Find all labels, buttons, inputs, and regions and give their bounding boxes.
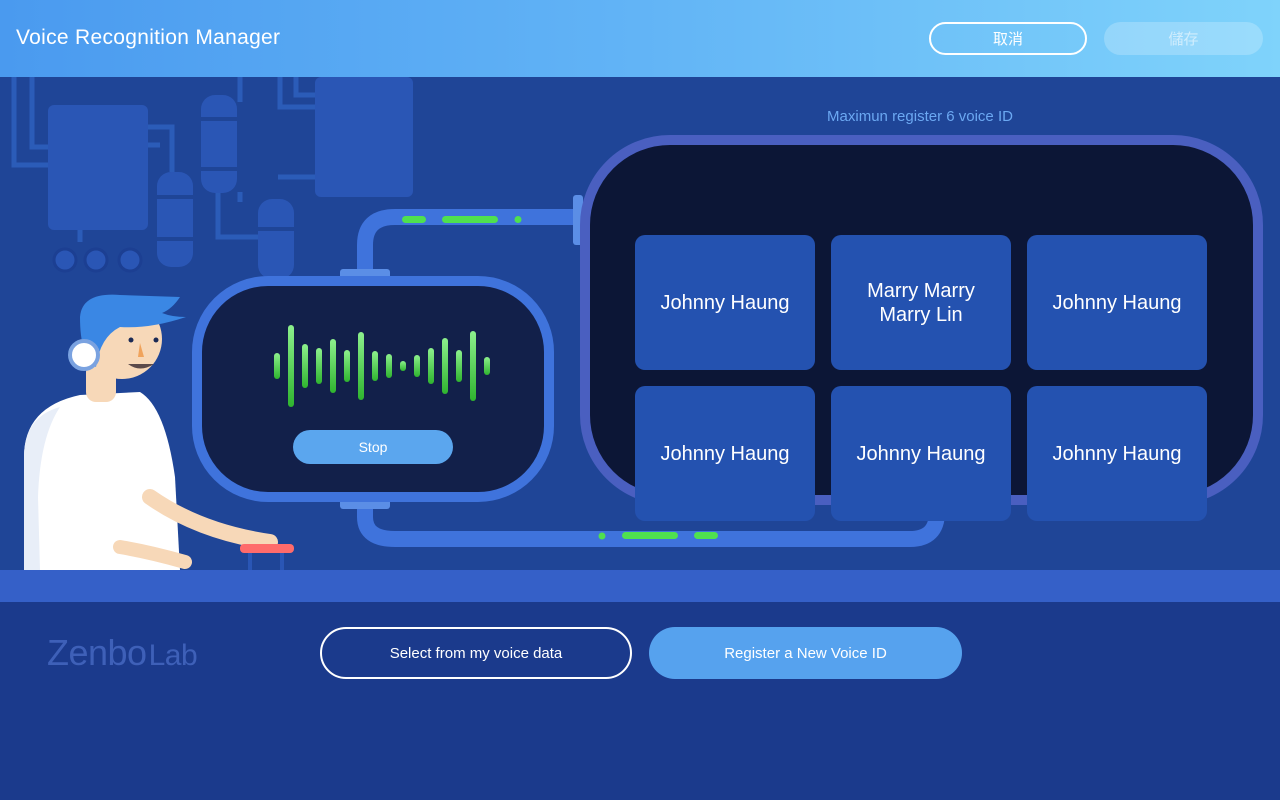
illustration-scene: Maximun register 6 voice ID Stop Johnny … — [0, 77, 1280, 570]
logo-primary: Zenbo — [47, 632, 147, 673]
waveform-bar — [316, 347, 322, 385]
waveform-bar — [470, 330, 476, 402]
waveform-bar — [344, 349, 350, 383]
waveform-bar — [484, 356, 490, 376]
waveform-bar — [288, 325, 294, 407]
voice-id-tile[interactable]: Johnny Haung — [1027, 386, 1207, 521]
audio-waveform — [274, 323, 494, 409]
waveform-bar — [302, 343, 308, 389]
waveform-bar — [400, 360, 406, 372]
waveform-bar — [330, 339, 336, 393]
header-bar: Voice Recognition Manager 取消 儲存 — [0, 0, 1280, 77]
waveform-bar — [358, 331, 364, 401]
voice-id-tile[interactable]: Johnny Haung — [635, 386, 815, 521]
footer-bar: ZenboLab Select from my voice data Regis… — [0, 602, 1280, 800]
logo-secondary: Lab — [148, 639, 198, 672]
waveform-bar — [274, 353, 280, 379]
voice-id-tile[interactable]: Johnny Haung — [1027, 235, 1207, 370]
desk-strip — [0, 570, 1280, 602]
waveform-bar — [456, 349, 462, 383]
waveform-bar — [386, 353, 392, 379]
app-title: Voice Recognition Manager — [16, 26, 281, 49]
voice-id-panel: Johnny Haung Marry Marry Marry Lin Johnn… — [580, 135, 1263, 521]
stop-button[interactable]: Stop — [293, 430, 453, 464]
select-voice-data-button[interactable]: Select from my voice data — [320, 627, 632, 679]
waveform-bar — [428, 347, 434, 385]
voice-id-tile[interactable]: Johnny Haung — [831, 386, 1011, 521]
register-voice-id-button[interactable]: Register a New Voice ID — [649, 627, 962, 679]
save-button[interactable]: 儲存 — [1104, 22, 1263, 55]
waveform-bar — [442, 338, 448, 394]
voice-id-tile[interactable]: Marry Marry Marry Lin — [831, 235, 1011, 370]
zenbo-lab-logo: ZenboLab — [47, 632, 198, 674]
voice-id-tile[interactable]: Johnny Haung — [635, 235, 815, 370]
cancel-button[interactable]: 取消 — [929, 22, 1087, 55]
waveform-bar — [414, 355, 420, 377]
voice-recorder-panel: Stop — [192, 276, 554, 502]
waveform-bar — [372, 350, 378, 382]
voice-limit-text: Maximun register 6 voice ID — [827, 108, 1013, 125]
